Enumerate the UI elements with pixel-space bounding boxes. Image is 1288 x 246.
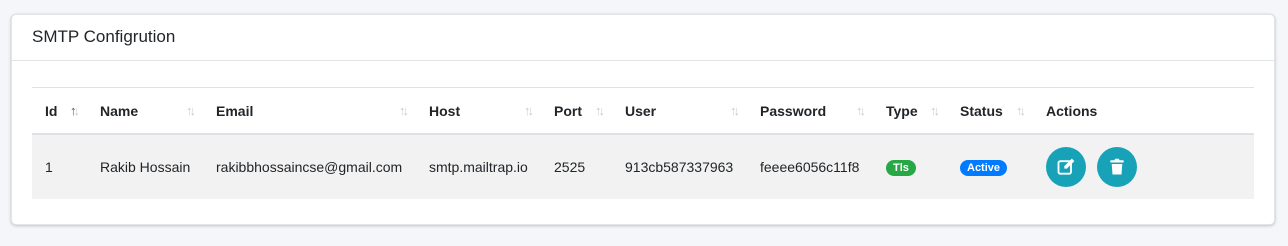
column-header-name[interactable]: Name ↑↓ <box>87 87 203 135</box>
card-title: SMTP Configrution <box>32 27 176 46</box>
table-row: 1 Rakib Hossain rakibbhossaincse@gmail.c… <box>32 134 1254 199</box>
cell-status: Active <box>947 134 1033 199</box>
sort-icon[interactable]: ↑↓ <box>524 103 534 118</box>
column-header-user[interactable]: User ↑↓ <box>612 87 747 135</box>
cell-password: feeee6056c11f8 <box>760 159 860 175</box>
cell-port: 2525 <box>554 159 586 175</box>
sort-icon[interactable]: ↑↓ <box>70 103 80 118</box>
column-header-password[interactable]: Password ↑↓ <box>747 87 873 135</box>
cell-email: rakibbhossaincse@gmail.com <box>216 159 403 175</box>
cell-actions <box>1033 134 1254 199</box>
column-header-type[interactable]: Type ↑↓ <box>873 87 947 135</box>
cell-user: 913cb587337963 <box>625 159 734 175</box>
cell-host: smtp.mailtrap.io <box>429 159 528 175</box>
sort-icon[interactable]: ↑↓ <box>930 103 940 118</box>
sort-icon[interactable]: ↑↓ <box>399 103 409 118</box>
edit-button[interactable] <box>1046 147 1086 187</box>
sort-icon[interactable]: ↑↓ <box>595 103 605 118</box>
sort-icon[interactable]: ↑↓ <box>856 103 866 118</box>
status-badge: Active <box>960 160 1008 176</box>
table-header-row: Id ↑↓ Name ↑↓ Email ↑↓ Host ↑↓ Port ↑↓ User ↑↓… <box>32 87 1254 135</box>
column-header-actions: Actions <box>1033 87 1254 135</box>
card-header: SMTP Configrution <box>12 15 1274 61</box>
sort-icon[interactable]: ↑↓ <box>1016 103 1026 118</box>
trash-icon <box>1110 158 1124 175</box>
cell-id: 1 <box>45 159 53 175</box>
column-header-host[interactable]: Host ↑↓ <box>416 87 541 135</box>
delete-button[interactable] <box>1096 147 1137 187</box>
cell-type: Tls <box>873 134 947 199</box>
sort-icon[interactable]: ↑↓ <box>186 103 196 118</box>
cell-name: Rakib Hossain <box>100 159 191 175</box>
smtp-table: Id ↑↓ Name ↑↓ Email ↑↓ Host ↑↓ Port ↑↓ User ↑↓… <box>32 87 1254 199</box>
type-badge: Tls <box>886 160 916 176</box>
column-header-email[interactable]: Email ↑↓ <box>203 87 416 135</box>
sort-icon[interactable]: ↑↓ <box>730 103 740 118</box>
column-header-status[interactable]: Status ↑↓ <box>947 87 1033 135</box>
smtp-config-card: SMTP Configrution Id ↑↓ Name ↑↓ Email ↑↓ Ho… <box>11 14 1275 225</box>
column-header-id[interactable]: Id ↑↓ <box>32 87 87 135</box>
edit-icon <box>1057 158 1075 175</box>
smtp-table-wrapper: Id ↑↓ Name ↑↓ Email ↑↓ Host ↑↓ Port ↑↓ User ↑↓… <box>32 87 1254 199</box>
column-header-port[interactable]: Port ↑↓ <box>541 87 612 135</box>
